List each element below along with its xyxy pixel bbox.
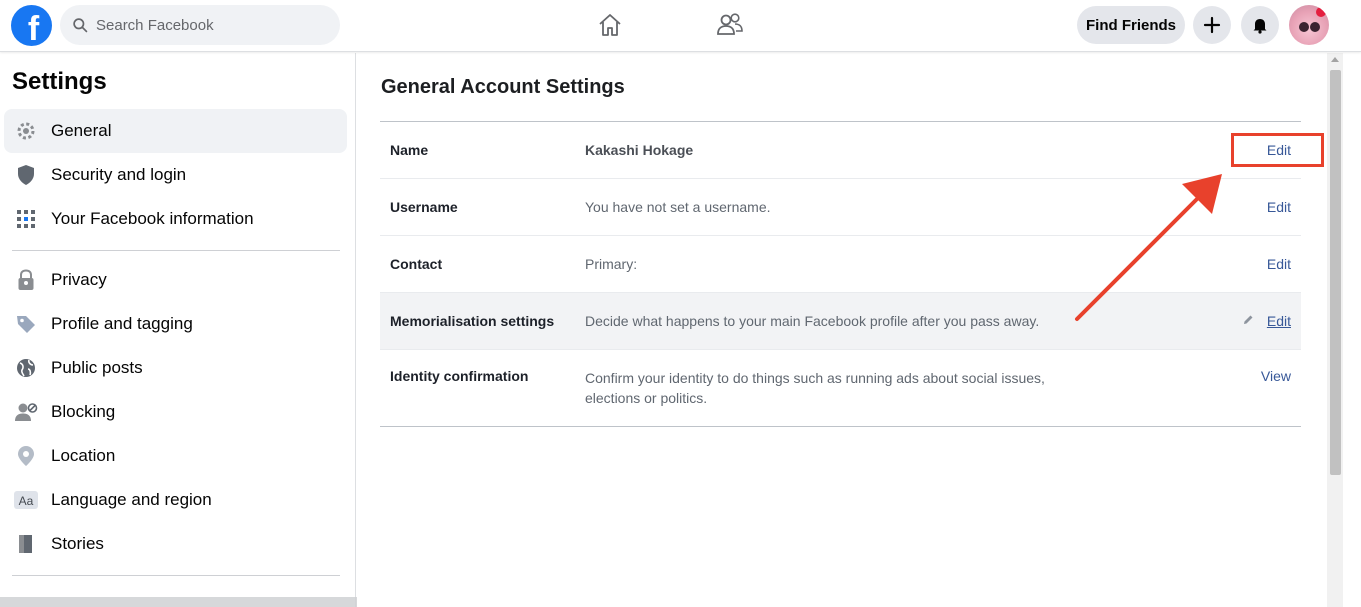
- annotation-arrow: [1075, 174, 1222, 321]
